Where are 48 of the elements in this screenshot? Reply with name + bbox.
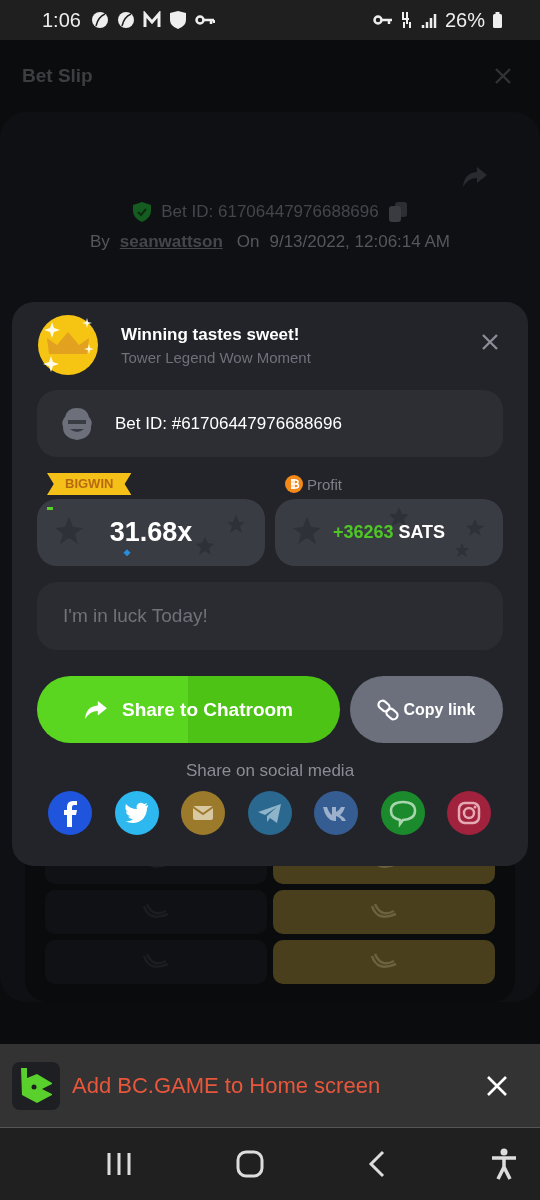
confetti-icon — [123, 549, 131, 557]
key-icon — [194, 14, 215, 26]
vk-share-icon[interactable] — [314, 791, 358, 835]
home-icon[interactable] — [236, 1150, 264, 1178]
battery-icon — [493, 12, 502, 28]
multiplier-value: 31.68x — [109, 517, 193, 548]
shield-check-icon — [133, 202, 152, 222]
twitter-share-icon[interactable] — [114, 791, 159, 835]
username-link[interactable]: seanwattson — [119, 232, 223, 252]
signal-icon — [420, 12, 437, 28]
key-icon — [372, 14, 393, 26]
instagram-share-icon[interactable] — [447, 791, 491, 835]
mail-icon — [142, 11, 161, 29]
recent-apps-icon[interactable] — [106, 1151, 132, 1177]
bitcoin-icon — [285, 475, 303, 493]
share-icon — [84, 699, 108, 720]
mobile-data-icon — [400, 11, 413, 29]
accessibility-icon[interactable] — [490, 1148, 518, 1180]
social-share-label: Share on social media — [185, 761, 355, 781]
bet-date: 9/13/2022, 12:06:14 AM — [269, 232, 451, 252]
facebook-share-icon[interactable] — [48, 791, 92, 835]
bet-id: Bet ID: #61706447976688696 — [115, 413, 342, 434]
bigwin-ribbon: BIGWIN — [47, 473, 132, 495]
app-logo-icon — [12, 1061, 60, 1110]
profit-label: Profit — [307, 475, 342, 493]
shield-icon — [168, 10, 187, 30]
telegram-share-icon[interactable] — [247, 791, 292, 835]
line-share-icon[interactable] — [380, 791, 425, 835]
dialog-title: Winning tastes sweet! — [121, 324, 301, 345]
leaf-icon — [90, 11, 109, 29]
copy-link-button[interactable]: Copy link — [350, 676, 503, 743]
share-to-chatroom-button[interactable]: Share to Chatroom — [37, 676, 340, 743]
message-field[interactable]: I'm in luck Today! — [37, 582, 503, 650]
gorilla-avatar-icon — [61, 406, 93, 441]
add-to-home-screen-link[interactable]: Add BC.GAME to Home screen — [72, 1072, 474, 1099]
link-icon — [377, 698, 400, 721]
email-share-icon[interactable] — [181, 791, 225, 835]
by-label: By — [89, 232, 110, 252]
leaf-icon — [116, 11, 135, 29]
confetti-icon — [47, 507, 53, 510]
profit-value: +36263 SATS — [332, 522, 446, 543]
bet-id: Bet ID: 61706447976688696 — [161, 202, 379, 222]
battery-level: 26% — [444, 8, 485, 32]
status-time: 1:06 — [42, 8, 81, 32]
back-icon[interactable] — [368, 1150, 386, 1178]
on-label: On — [236, 232, 260, 252]
crown-badge-icon — [37, 314, 99, 376]
dialog-subtitle: Tower Legend Wow Moment — [121, 348, 312, 366]
